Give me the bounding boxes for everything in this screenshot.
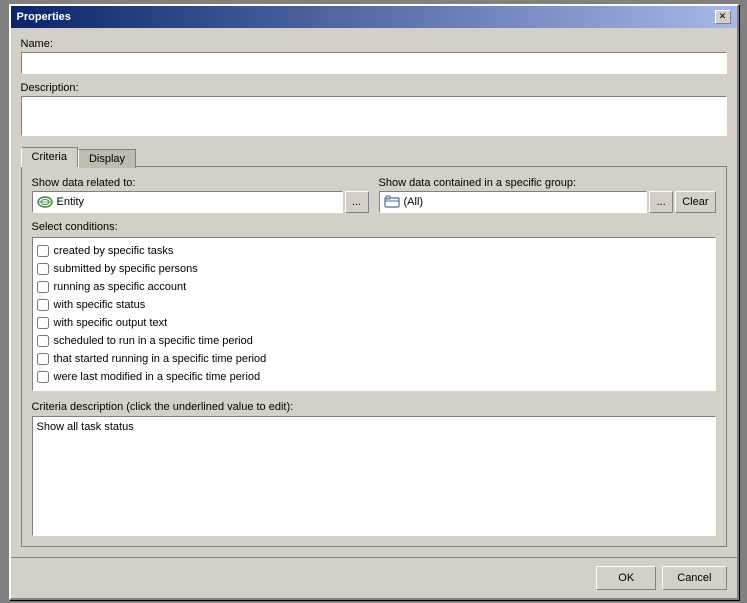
conditions-label: Select conditions:	[32, 221, 716, 233]
name-label: Name:	[21, 38, 727, 50]
condition-label-1: submitted by specific persons	[54, 263, 198, 275]
entity-icon	[37, 195, 53, 209]
name-field-group: Name:	[21, 38, 727, 74]
tab-criteria[interactable]: Criteria	[21, 147, 78, 167]
show-data-label: Show data related to:	[32, 177, 369, 189]
clear-button[interactable]: Clear	[675, 191, 715, 213]
criteria-desc-section: Criteria description (click the underlin…	[32, 401, 716, 536]
group-row: (All) ... Clear	[379, 191, 716, 213]
condition-checkbox-0[interactable]	[37, 245, 49, 257]
criteria-desc-label: Criteria description (click the underlin…	[32, 401, 716, 413]
condition-item-1: submitted by specific persons	[37, 260, 711, 278]
entity-row: Entity ...	[32, 191, 369, 213]
properties-dialog: Properties ✕ Name: Description: Criteria…	[9, 4, 739, 600]
name-input[interactable]	[21, 52, 727, 74]
condition-checkbox-3[interactable]	[37, 299, 49, 311]
condition-checkbox-1[interactable]	[37, 263, 49, 275]
condition-checkbox-7[interactable]	[37, 371, 49, 383]
dialog-title: Properties	[17, 11, 71, 23]
condition-label-3: with specific status	[54, 299, 146, 311]
cancel-button[interactable]: Cancel	[662, 566, 726, 590]
criteria-desc-box: Show all task status	[32, 416, 716, 536]
condition-label-2: running as specific account	[54, 281, 187, 293]
condition-checkbox-4[interactable]	[37, 317, 49, 329]
condition-label-0: created by specific tasks	[54, 245, 174, 257]
condition-label-6: that started running in a specific time …	[54, 353, 267, 365]
tab-display[interactable]: Display	[78, 149, 136, 168]
condition-item-6: that started running in a specific time …	[37, 350, 711, 368]
tab-bar: Criteria Display	[21, 147, 727, 166]
condition-label-5: scheduled to run in a specific time peri…	[54, 335, 253, 347]
criteria-desc-value: Show all task status	[37, 421, 134, 433]
condition-label-4: with specific output text	[54, 317, 168, 329]
group-label: Show data contained in a specific group:	[379, 177, 716, 189]
condition-item-0: created by specific tasks	[37, 242, 711, 260]
condition-item-5: scheduled to run in a specific time peri…	[37, 332, 711, 350]
condition-item-2: running as specific account	[37, 278, 711, 296]
dialog-body: Name: Description: Criteria Display Show…	[11, 28, 737, 557]
group-browse-button[interactable]: ...	[649, 191, 673, 213]
group-col: Show data contained in a specific group:	[379, 177, 716, 213]
group-field: (All)	[379, 191, 648, 213]
condition-item-3: with specific status	[37, 296, 711, 314]
show-data-row: Show data related to: Entity	[32, 177, 716, 213]
entity-value: Entity	[57, 196, 85, 208]
condition-label-7: were last modified in a specific time pe…	[54, 371, 261, 383]
group-value: (All)	[404, 196, 424, 208]
ok-button[interactable]: OK	[596, 566, 656, 590]
entity-field: Entity	[32, 191, 343, 213]
description-label: Description:	[21, 82, 727, 94]
close-button[interactable]: ✕	[715, 10, 731, 24]
condition-checkbox-6[interactable]	[37, 353, 49, 365]
description-field-group: Description:	[21, 82, 727, 139]
tab-content-criteria: Show data related to: Entity	[21, 166, 727, 547]
condition-checkbox-2[interactable]	[37, 281, 49, 293]
description-input[interactable]	[21, 96, 727, 136]
conditions-section: Select conditions: created by specific t…	[32, 221, 716, 391]
condition-item-4: with specific output text	[37, 314, 711, 332]
show-data-col: Show data related to: Entity	[32, 177, 369, 213]
condition-item-7: were last modified in a specific time pe…	[37, 368, 711, 386]
dialog-footer: OK Cancel	[11, 557, 737, 598]
condition-checkbox-5[interactable]	[37, 335, 49, 347]
title-bar: Properties ✕	[11, 6, 737, 28]
conditions-box: created by specific tasks submitted by s…	[32, 237, 716, 391]
entity-browse-button[interactable]: ...	[345, 191, 369, 213]
group-icon	[384, 195, 400, 209]
